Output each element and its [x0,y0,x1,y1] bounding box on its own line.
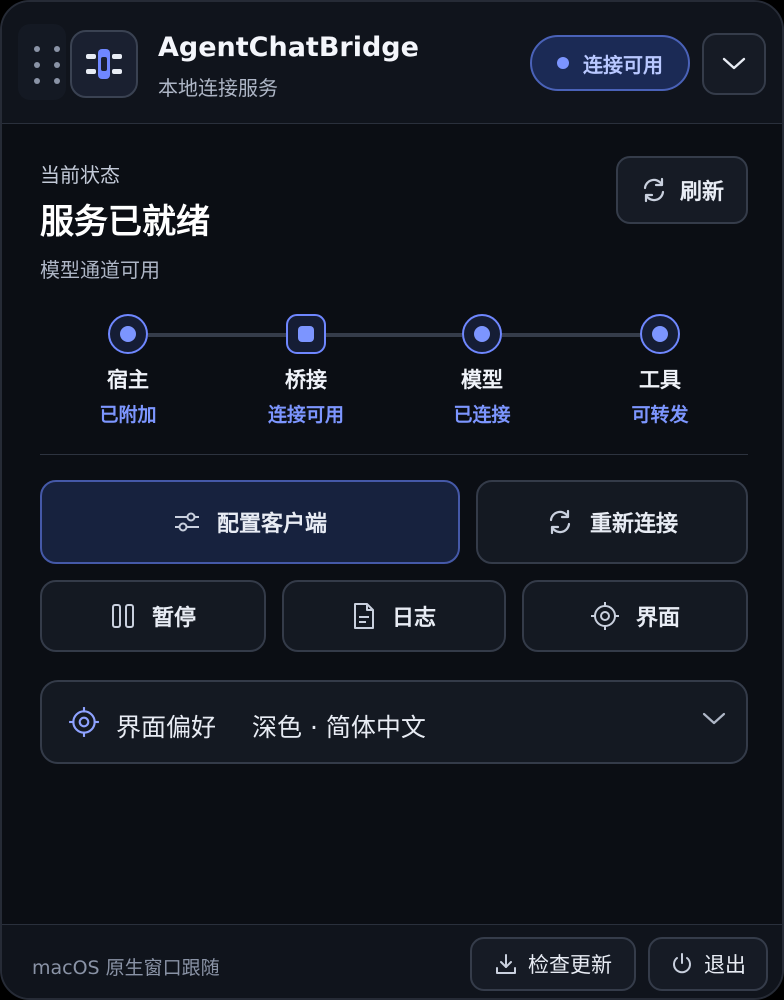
status-dot-icon [557,57,569,69]
reconnect-button[interactable]: 重新连接 [476,480,748,564]
sliders-icon [174,512,199,532]
configure-client-button[interactable]: 配置客户端 [40,480,460,564]
app-subtitle: 本地连接服务 [158,76,278,100]
step-bridge: 桥接 连接可用 [226,314,386,427]
app-window: AgentChatBridge 本地连接服务 连接可用 当前状态 服务已就绪 模… [0,0,784,1000]
interface-preferences-select[interactable]: 界面偏好 深色 · 简体中文 [40,680,748,764]
status-title: 服务已就绪 [40,202,210,242]
crosshair-icon [590,602,619,630]
step-state: 已连接 [453,404,511,426]
refresh-label: 刷新 [679,180,724,205]
step-tools: 工具 可转发 [580,314,740,427]
check-update-button[interactable]: 检查更新 [470,937,636,991]
step-state: 可转发 [631,404,689,426]
connection-status-label: 连接可用 [583,52,663,77]
footer: macOS 原生窗口跟随 检查更新 退出 [2,924,782,998]
step-name: 桥接 [285,368,327,392]
pause-icon [111,604,134,628]
check-update-label: 检查更新 [528,953,612,977]
reconnect-label: 重新连接 [589,512,678,537]
step-name: 工具 [639,368,681,392]
interface-label: 界面 [635,606,680,631]
step-host: 宿主 已附加 [48,314,208,427]
status-description: 模型通道可用 [40,258,160,282]
step-model: 模型 已连接 [402,314,562,427]
step-node-icon [108,314,148,354]
grip-dots-icon[interactable] [18,24,66,100]
step-name: 宿主 [107,368,149,392]
app-title: AgentChatBridge [158,32,419,63]
step-node-icon [286,314,326,354]
crosshair-icon [69,707,99,737]
interface-button[interactable]: 界面 [522,580,748,652]
refresh-icon [643,177,665,203]
logs-label: 日志 [391,606,436,631]
bridge-logo-icon [70,30,138,98]
quit-label: 退出 [704,953,746,977]
step-state: 已附加 [99,404,157,426]
refresh-button[interactable]: 刷新 [616,156,748,224]
refresh-icon [549,509,571,535]
chevron-down-icon [702,712,726,725]
chevron-down-icon [722,57,746,70]
step-node-icon [640,314,680,354]
power-icon [673,953,691,974]
logs-button[interactable]: 日志 [282,580,506,652]
section-divider [40,454,748,455]
pause-button[interactable]: 暂停 [40,580,266,652]
collapse-button[interactable] [702,33,766,95]
quit-button[interactable]: 退出 [648,937,768,991]
document-icon [353,603,374,629]
footer-note: macOS 原生窗口跟随 [32,957,220,979]
header: AgentChatBridge 本地连接服务 连接可用 [2,2,782,124]
step-name: 模型 [461,368,503,392]
configure-client-label: 配置客户端 [216,512,327,537]
preferences-label: 界面偏好 [116,713,217,742]
pause-label: 暂停 [151,606,196,631]
preferences-value: 深色 · 简体中文 [252,713,426,742]
step-node-icon [462,314,502,354]
step-state: 连接可用 [267,404,344,426]
connection-status-badge[interactable]: 连接可用 [530,35,690,91]
status-section-label: 当前状态 [40,163,120,187]
download-icon [496,954,516,974]
